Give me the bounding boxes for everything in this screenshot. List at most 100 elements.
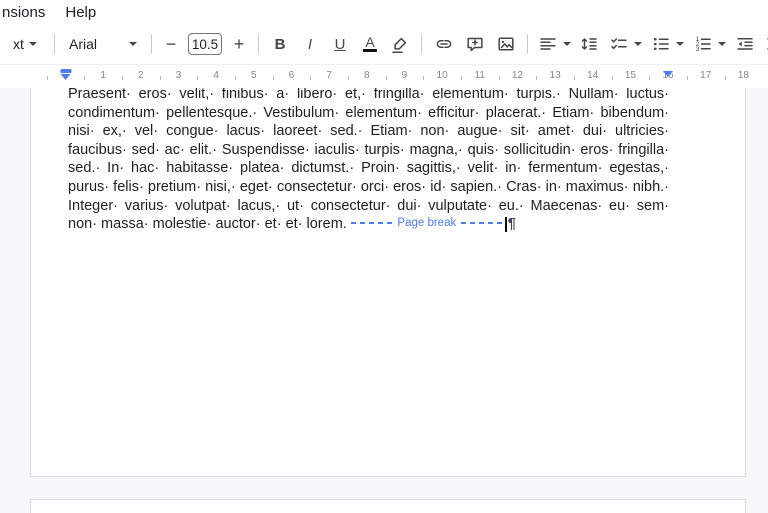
increase-font-size-button[interactable]: + [226,30,252,58]
left-indent-triangle [60,74,70,80]
image-icon [497,37,514,51]
ruler-number: 3 [175,70,182,81]
menu-extensions[interactable]: nsions [2,4,45,21]
ruler-number: 1 [100,70,106,81]
chevron-down-icon [633,42,642,46]
decrease-indent-button[interactable] [730,30,760,58]
ruler-number: 13 [549,70,561,81]
page-break-dash [461,222,503,225]
chevron-down-icon [562,42,571,46]
left-indent-marker[interactable] [60,69,71,80]
ruler-tick [724,76,726,80]
google-docs-app: nsions Help xt Arial − 10.5 + B I U A 1 … [0,0,768,513]
highlighter-icon [392,37,407,53]
text-color-letter: A [365,34,375,50]
font-name-label: Arial [69,36,98,52]
ruler-number: 12 [511,70,523,81]
menu-bar: nsions Help [0,0,768,24]
page-break-label: Page break [397,217,457,230]
increase-indent-button[interactable] [760,30,768,58]
text-color-button[interactable]: A [355,30,385,58]
highlight-color-button[interactable] [385,30,415,58]
ruler-number: 14 [587,70,599,81]
toolbar-divider [258,34,259,54]
ruler-tick [197,76,199,80]
ruler-tick [234,76,236,80]
toolbar-divider [421,34,422,54]
ruler-tick [385,76,387,80]
ruler-number: 7 [326,70,332,81]
numbered-list-dropdown[interactable]: 123 [688,30,730,58]
line-spacing-button[interactable] [574,30,604,58]
ruler-tick [423,76,425,80]
ruler-tick [159,76,161,80]
underline-button[interactable]: U [325,30,355,58]
bold-button[interactable]: B [265,30,295,58]
pilcrow-mark: ¶ [507,216,516,233]
menu-help[interactable]: Help [65,4,96,21]
decrease-indent-icon [737,38,753,50]
align-dropdown[interactable] [534,30,574,58]
ruler-tick [84,76,86,80]
document-canvas: Praesent· eros· velit,· finibus· a· libe… [0,88,768,513]
ruler-number: 2 [138,70,144,81]
toolbar-divider [151,34,152,54]
document-page[interactable]: Praesent· eros· velit,· finibus· a· libe… [30,88,746,477]
chevron-down-icon [129,42,137,46]
ruler-tick [272,76,274,80]
toolbar-divider [54,34,55,54]
line-spacing-icon [581,38,597,50]
ruler-number: 17 [700,70,712,81]
ruler-tick [536,76,538,80]
ruler-tick [498,76,500,80]
ruler: 1 2 3 4 5 6 7 8 9 10 11 12 13 14 15 16 17 18 [0,64,768,88]
insert-image-button[interactable] [490,30,521,58]
ruler-number: 5 [251,70,257,81]
link-icon [436,40,451,48]
paragraph-style-dropdown[interactable]: xt [2,30,48,58]
ruler-tick [460,76,462,80]
bulleted-list-icon [653,37,669,51]
checklist-icon [610,38,627,50]
italic-button[interactable]: I [295,30,325,58]
svg-text:3: 3 [695,46,699,53]
right-indent-marker[interactable] [663,71,673,77]
page-break-dash [350,222,393,225]
ruler-number: 9 [401,70,408,81]
ruler-tick [611,76,613,80]
ruler-number: 8 [363,70,370,81]
decrease-font-size-button[interactable]: − [158,30,184,58]
ruler-tick [347,76,349,80]
ruler-number: 18 [737,70,749,81]
insert-link-button[interactable] [428,30,459,58]
checklist-dropdown[interactable] [604,30,646,58]
toolbar-divider [527,34,528,54]
ruler-number: 4 [213,70,219,81]
ruler-tick [46,76,48,80]
text-color-swatch [363,49,377,52]
chevron-down-icon [717,42,726,46]
toolbar: xt Arial − 10.5 + B I U A 1 2 3 [0,24,768,64]
page-break-marker: Page break [350,214,503,233]
ruler-tick [649,76,651,80]
ruler-tick [686,76,688,80]
ruler-number: 11 [474,70,485,81]
first-line-indent-marker[interactable] [60,69,71,73]
comment-add-icon [466,37,483,52]
chevron-down-icon [675,42,684,46]
paragraph-text: Praesent· eros· velit,· finibus· a· libe… [68,88,669,233]
ruler-tick [121,76,123,80]
font-size-input[interactable]: 10.5 [188,33,222,55]
numbered-list-icon: 123 [695,36,711,53]
paragraph[interactable]: Praesent· eros· velit,· finibus· a· libe… [68,88,669,234]
ruler-number: 15 [624,70,636,81]
next-page[interactable] [30,499,746,513]
bulleted-list-dropdown[interactable] [646,30,688,58]
chevron-down-icon [28,42,37,46]
ruler-number: 10 [436,70,448,81]
font-dropdown[interactable]: Arial [61,30,145,58]
add-comment-button[interactable] [459,30,490,58]
ruler-number: 6 [288,70,295,81]
align-left-icon [539,38,556,50]
ruler-tick [573,76,575,80]
